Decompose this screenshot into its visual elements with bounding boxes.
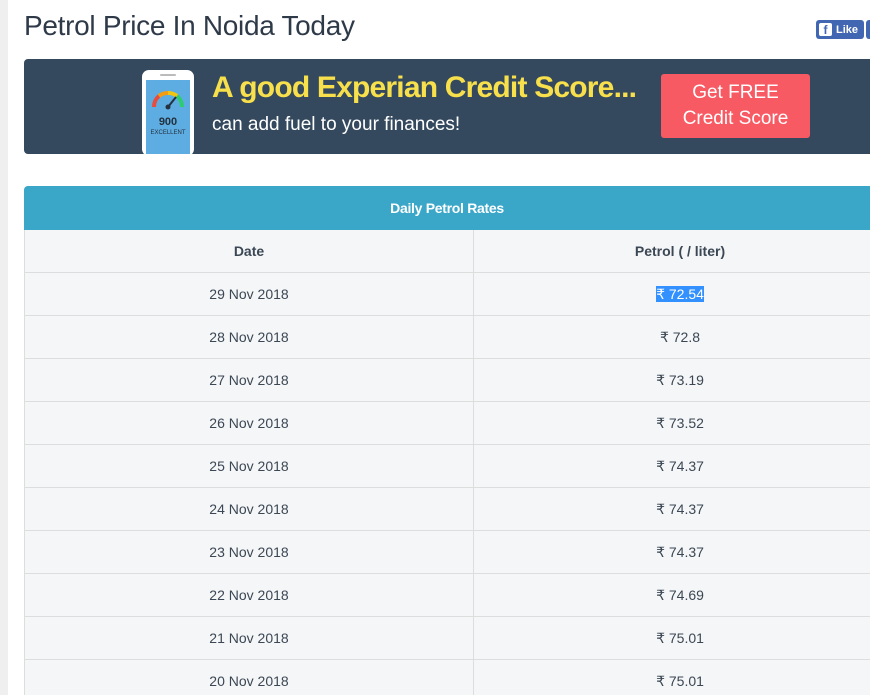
rates-table: Date Petrol ( / liter) 29 Nov 2018 ₹ 72.5…	[24, 230, 870, 695]
phone-score: 900	[158, 116, 178, 128]
rate-date: 25 Nov 2018	[24, 444, 474, 488]
banner-headline: A good Experian Credit Score...	[212, 71, 637, 104]
rate-date: 22 Nov 2018	[24, 573, 474, 617]
rate-price-cell: ₹ 73.52	[473, 401, 870, 445]
rate-date: 24 Nov 2018	[24, 487, 474, 531]
rate-price-cell: ₹ 72.8	[473, 315, 870, 359]
table-row: 23 Nov 2018 ₹ 74.37	[24, 530, 870, 574]
table-row: 28 Nov 2018 ₹ 72.8	[24, 315, 870, 359]
get-free-credit-score-button[interactable]: Get FREE Credit Score	[661, 74, 810, 138]
table-row: 25 Nov 2018 ₹ 74.37	[24, 444, 870, 488]
table-row: 26 Nov 2018 ₹ 73.52	[24, 401, 870, 445]
rate-price-cell: ₹ 74.37	[473, 444, 870, 488]
rate-price: ₹ 73.19	[656, 371, 704, 388]
rate-price-cell: ₹ 73.19	[473, 358, 870, 402]
rate-price-cell: ₹ 72.54	[473, 272, 870, 316]
rate-price-cell: ₹ 74.37	[473, 487, 870, 531]
facebook-icon: f	[819, 23, 832, 36]
table-row: 20 Nov 2018 ₹ 75.01	[24, 659, 870, 695]
rate-price-cell: ₹ 75.01	[473, 616, 870, 660]
phone-icon: 900 EXCELLENT	[142, 70, 194, 154]
rate-date: 28 Nov 2018	[24, 315, 474, 359]
rate-price: ₹ 73.52	[656, 414, 704, 431]
rate-price: ₹ 74.37	[656, 543, 704, 560]
rate-date: 29 Nov 2018	[24, 272, 474, 316]
table-row: 27 Nov 2018 ₹ 73.19	[24, 358, 870, 402]
cta-line-2: Credit Score	[682, 108, 789, 129]
rate-date: 20 Nov 2018	[24, 659, 474, 695]
table-header-row: Date Petrol ( / liter)	[24, 230, 870, 273]
phone-speaker	[160, 74, 176, 76]
phone-screen: 900 EXCELLENT	[146, 80, 190, 154]
page: Petrol Price In Noida Today f Like 900 E…	[0, 0, 870, 695]
column-header-date: Date	[24, 230, 474, 273]
rate-date: 23 Nov 2018	[24, 530, 474, 574]
table-row: 22 Nov 2018 ₹ 74.69	[24, 573, 870, 617]
table-row: 29 Nov 2018 ₹ 72.54	[24, 272, 870, 316]
gauge-icon	[152, 91, 184, 110]
credit-score-banner[interactable]: 900 EXCELLENT A good Experian Credit Sco…	[24, 59, 870, 154]
rate-date: 26 Nov 2018	[24, 401, 474, 445]
rate-price: ₹ 74.69	[656, 586, 704, 603]
rate-date: 27 Nov 2018	[24, 358, 474, 402]
rate-price-cell: ₹ 75.01	[473, 659, 870, 695]
left-gutter	[0, 0, 8, 695]
table-row: 21 Nov 2018 ₹ 75.01	[24, 616, 870, 660]
facebook-like-label: Like	[836, 23, 859, 36]
cta-line-1: Get FREE	[692, 82, 779, 103]
rate-price-cell: ₹ 74.37	[473, 530, 870, 574]
rate-date: 21 Nov 2018	[24, 616, 474, 660]
rate-price: ₹ 72.8	[659, 328, 701, 345]
banner-subtext: can add fuel to your finances!	[212, 114, 461, 135]
facebook-share-button[interactable]	[866, 20, 870, 39]
rate-price: ₹ 74.37	[656, 500, 704, 517]
rates-table-title: Daily Petrol Rates	[24, 186, 870, 230]
table-row: 24 Nov 2018 ₹ 74.37	[24, 487, 870, 531]
rate-price-selected: ₹ 72.54	[656, 285, 704, 302]
facebook-like-button[interactable]: f Like	[816, 20, 864, 39]
daily-petrol-rates: Daily Petrol Rates Date Petrol ( / liter…	[24, 186, 870, 695]
rate-price: ₹ 74.37	[656, 457, 704, 474]
phone-score-label: EXCELLENT	[150, 130, 186, 136]
rate-price: ₹ 75.01	[656, 672, 704, 689]
page-title: Petrol Price In Noida Today	[24, 10, 355, 41]
column-header-price: Petrol ( / liter)	[473, 230, 870, 273]
rates-table-body: 29 Nov 2018 ₹ 72.54 28 Nov 2018 ₹ 72.8 27 No…	[24, 272, 870, 695]
rate-price: ₹ 75.01	[656, 629, 704, 646]
rate-price-cell: ₹ 74.69	[473, 573, 870, 617]
